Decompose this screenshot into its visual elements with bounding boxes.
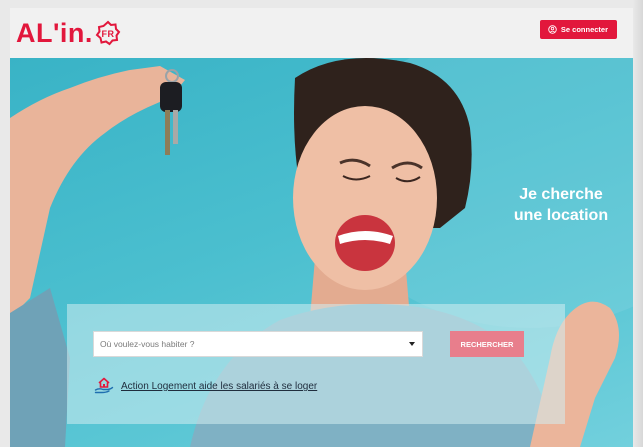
search-placeholder: Où voulez-vous habiter ? bbox=[100, 339, 195, 349]
logo-badge-icon: FR bbox=[95, 20, 121, 46]
logo-badge-text: FR bbox=[101, 29, 114, 39]
house-hand-icon bbox=[94, 374, 114, 399]
search-button[interactable]: RECHERCHER bbox=[450, 331, 524, 357]
login-label: Se connecter bbox=[560, 25, 608, 34]
hero-title-line1: Je cherche bbox=[519, 186, 603, 203]
hero-title-line2: une location bbox=[513, 207, 609, 224]
hero-banner: Je cherche une location Où voulez-vous h… bbox=[10, 58, 633, 447]
page: AL'in. FR Se connecter Je cherche une lo… bbox=[0, 0, 643, 447]
page-edge-shadow bbox=[633, 0, 643, 447]
user-circle-icon bbox=[548, 25, 557, 34]
location-search-select[interactable]: Où voulez-vous habiter ? bbox=[93, 331, 423, 357]
action-logement-link[interactable]: Action Logement aide les salariés à se l… bbox=[94, 374, 317, 399]
action-logement-link-text: Action Logement aide les salariés à se l… bbox=[121, 381, 318, 392]
caret-down-icon bbox=[409, 342, 415, 346]
keys-graphic bbox=[160, 69, 182, 155]
hero-title: Je cherche une location bbox=[486, 184, 633, 226]
logo-text: AL'in. bbox=[16, 17, 93, 48]
site-header: AL'in. FR Se connecter bbox=[10, 8, 633, 58]
login-button[interactable]: Se connecter bbox=[539, 20, 617, 39]
search-panel: Où voulez-vous habiter ? RECHERCHER Acti… bbox=[67, 304, 565, 424]
brand-logo[interactable]: AL'in. FR bbox=[16, 16, 121, 50]
